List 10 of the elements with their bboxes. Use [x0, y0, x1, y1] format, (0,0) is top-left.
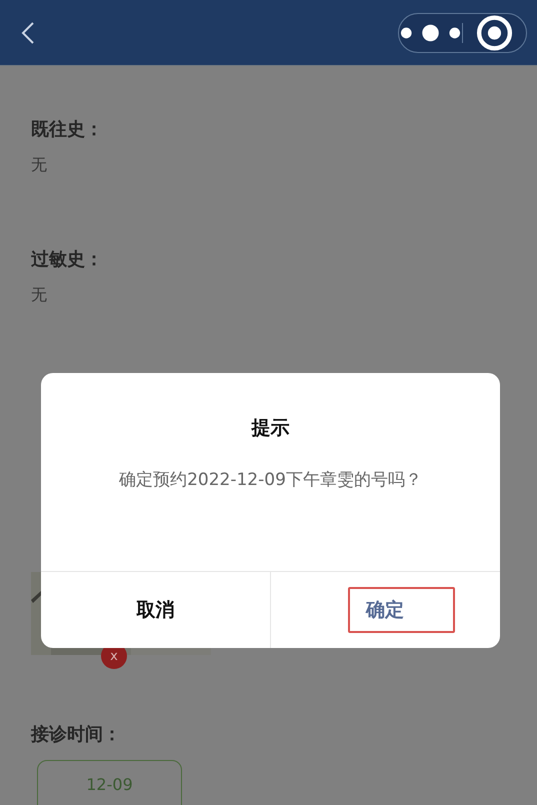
back-icon[interactable]: [20, 20, 36, 44]
dialog-title: 提示: [252, 416, 290, 441]
dialog-message: 确定预约2022-12-09下午章雯的号吗？: [119, 469, 422, 492]
field-value: 无: [31, 284, 48, 306]
field-value: 无: [31, 154, 48, 176]
field-label: 接诊时间：: [31, 723, 122, 747]
cancel-button[interactable]: 取消: [120, 589, 190, 631]
field-label: 过敏史：: [31, 248, 104, 272]
confirm-button[interactable]: 确定: [348, 587, 455, 633]
field-label: 既往史：: [31, 118, 104, 142]
